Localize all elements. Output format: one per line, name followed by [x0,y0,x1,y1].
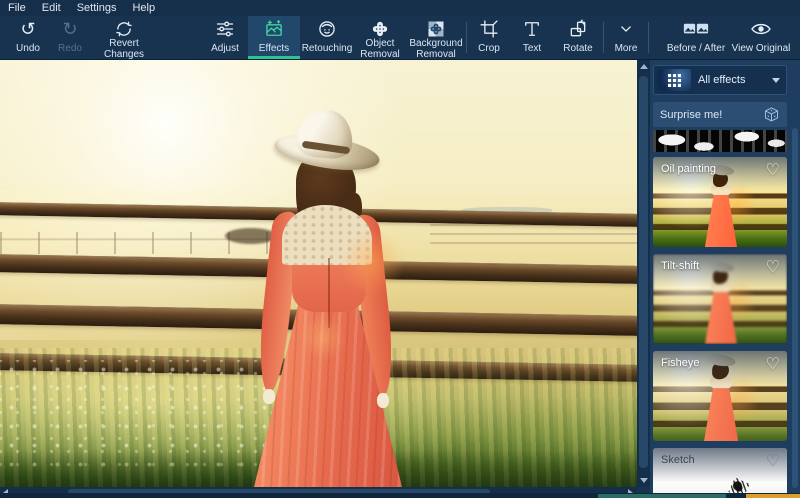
menu-bar: File Edit Settings Help [0,0,800,16]
effect-name: Oil painting [661,163,716,175]
undo-icon: ↺ [20,20,35,38]
photo-woman-cuff [263,389,275,404]
text-icon [522,19,542,39]
text-button[interactable]: Text [511,16,553,59]
effects-category-dropdown[interactable]: All effects [653,65,787,95]
background-removal-button[interactable]: Background Removal [406,16,466,59]
partial-save-button[interactable] [746,494,800,498]
partial-teal-button[interactable] [598,494,726,498]
photo-lens-flare [338,228,406,296]
photo-lens-flare [300,315,346,361]
view-controls: Before / After View Original [664,16,794,59]
favorite-heart-icon[interactable]: ♡ [766,451,780,471]
view-original-button[interactable]: View Original [728,16,794,59]
effect-card-tilt-shift[interactable]: Tilt-shift ♡ [653,254,787,344]
photo-woman [240,108,410,487]
favorite-heart-icon[interactable]: ♡ [766,160,780,180]
vertical-scroll-thumb[interactable] [639,76,648,468]
menu-help[interactable]: Help [132,2,155,14]
effects-panel: All effects Surprise me! [650,60,800,498]
retouching-face-icon [317,19,337,39]
menu-file[interactable]: File [8,2,26,14]
object-removal-button[interactable]: Object Removal [354,16,406,59]
rotate-icon [568,19,588,39]
effects-picture-icon [263,19,285,39]
revert-icon [114,19,134,39]
surprise-me-button[interactable]: Surprise me! [653,102,787,127]
rotate-button[interactable]: Rotate [553,16,603,59]
crop-icon [479,19,499,39]
adjust-sliders-icon [214,19,236,39]
more-button[interactable]: More [604,16,648,59]
photo-editor-window: File Edit Settings Help ↺ Undo ↻ Redo Re… [0,0,800,498]
effect-card-sketch[interactable]: Sketch ♡ [653,448,787,498]
dropdown-caret-icon [772,78,780,83]
toolbar-separator [648,22,649,53]
menu-settings[interactable]: Settings [77,2,117,14]
effects-button[interactable]: Effects [248,16,300,59]
canvas-vertical-scrollbar[interactable] [637,60,650,487]
before-after-icon [683,19,709,39]
menu-edit[interactable]: Edit [42,2,61,14]
favorite-heart-icon[interactable]: ♡ [766,257,780,277]
canvas-photo [0,60,637,487]
retouching-button[interactable]: Retouching [300,16,354,59]
partial-effect-thumbnail[interactable] [653,130,787,152]
effect-name: Sketch [661,454,695,466]
dice-icon [763,106,780,123]
panel-scrollbar[interactable] [792,128,798,493]
patch-icon [370,19,390,39]
undo-button[interactable]: ↺ Undo [6,16,50,59]
category-thumbnail [657,69,691,91]
effect-name: Fisheye [661,357,700,369]
photo-woman-cuff [377,393,389,408]
scroll-up-arrow-icon[interactable] [640,64,648,69]
redo-icon: ↻ [62,20,77,38]
effect-name: Tilt-shift [661,260,699,272]
grid-icon [668,74,681,87]
window-bottom-bar [0,493,800,498]
eye-icon [750,19,772,39]
revert-changes-button[interactable]: Revert Changes [90,16,158,59]
effect-card-fisheye[interactable]: Fisheye ♡ [653,351,787,441]
favorite-heart-icon[interactable]: ♡ [766,354,780,374]
background-patch-icon [426,19,446,39]
crop-button[interactable]: Crop [467,16,511,59]
before-after-button[interactable]: Before / After [664,16,728,59]
scroll-down-arrow-icon[interactable] [640,478,648,483]
redo-button[interactable]: ↻ Redo [50,16,90,59]
category-selected-label: All effects [698,74,765,86]
panel-scroll-thumb[interactable] [792,128,798,488]
effect-card-oil-painting[interactable]: Oil painting ♡ [653,157,787,247]
chevron-down-icon [616,19,636,39]
toolbar: ↺ Undo ↻ Redo Revert Changes [0,16,800,60]
adjust-button[interactable]: Adjust [202,16,248,59]
